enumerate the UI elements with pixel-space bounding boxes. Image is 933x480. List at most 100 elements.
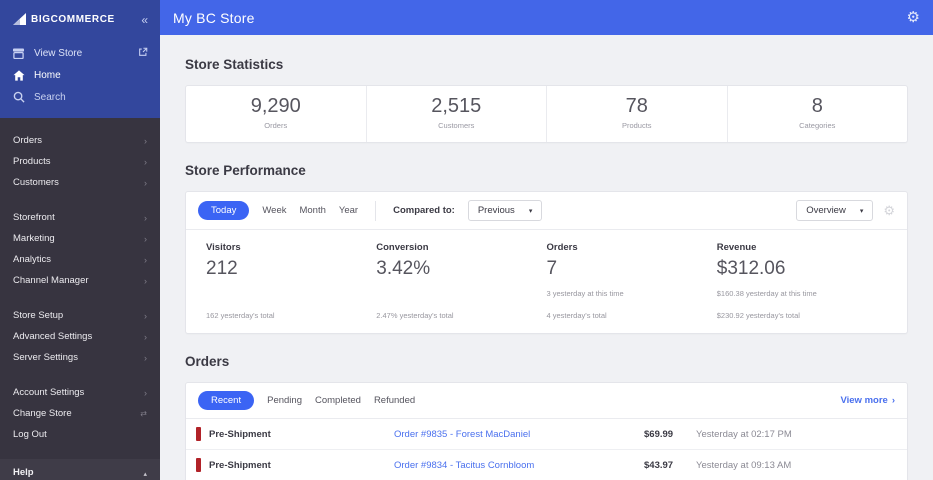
stat-customers: 2,515 Customers [367, 86, 547, 142]
chevron-right-icon: › [144, 331, 147, 342]
sidebar-item-home[interactable]: Home [0, 64, 160, 86]
chevron-right-icon: › [144, 310, 147, 321]
sidebar-item-products[interactable]: Products › [0, 151, 160, 172]
compared-to-select[interactable]: Previous ▾ [467, 200, 543, 221]
main-area: My BC Store ⚙ Store Statistics 9,290 Ord… [160, 0, 933, 480]
store-statistics-card: 9,290 Orders 2,515 Customers 78 Products… [185, 85, 908, 143]
sidebar-item-label: Channel Manager [13, 275, 89, 286]
stat-label: Categories [799, 121, 836, 130]
sidebar-top-section: BIGCOMMERCE « View Store Home Search [0, 0, 160, 118]
sidebar-item-channel-manager[interactable]: Channel Manager › [0, 270, 160, 291]
sidebar-item-label: Analytics [13, 254, 52, 265]
store-statistics-title: Store Statistics [185, 57, 284, 72]
sidebar-item-server-settings[interactable]: Server Settings › [0, 347, 160, 368]
stat-label: Products [621, 121, 652, 130]
sidebar-item-label: Change Store [13, 408, 72, 419]
sidebar-item-label: Marketing [13, 233, 55, 244]
compared-to-value: Previous [477, 205, 515, 216]
order-amount: $43.97 [644, 459, 674, 471]
sidebar-item-change-store[interactable]: Change Store ⇄ [0, 403, 160, 424]
sidebar-item-customers[interactable]: Customers › [0, 172, 160, 193]
chevron-right-icon: › [144, 233, 147, 244]
metric-visitors: Visitors 212 162 yesterday's total [206, 242, 376, 320]
sidebar-item-store-setup[interactable]: Store Setup › [0, 305, 160, 326]
metric-conversion: Conversion 3.42% 2.47% yesterday's total [376, 242, 546, 320]
order-time: Yesterday at 02:17 PM [696, 428, 792, 440]
sidebar-menu: Orders › Products › Customers › Storefro… [0, 118, 160, 459]
stat-products: 78 Products [547, 86, 728, 142]
sidebar-item-search[interactable]: Search [0, 86, 160, 108]
order-status: Pre-Shipment [209, 428, 271, 440]
chevron-right-icon: › [144, 212, 147, 223]
tab-today[interactable]: Today [198, 201, 250, 220]
sidebar-item-account-settings[interactable]: Account Settings › [0, 382, 160, 403]
sidebar-item-analytics[interactable]: Analytics › [0, 249, 160, 270]
performance-settings-gear-icon[interactable]: ⚙ [883, 203, 895, 219]
metric-label: Orders [546, 242, 578, 253]
sidebar-item-advanced-settings[interactable]: Advanced Settings › [0, 326, 160, 347]
swap-store-icon: ⇄ [140, 409, 147, 418]
tab-pending[interactable]: Pending [267, 395, 302, 406]
tab-completed[interactable]: Completed [315, 395, 361, 406]
chevron-right-icon: › [144, 352, 147, 363]
metric-revenue: Revenue $312.06 $160.38 yesterday at thi… [717, 242, 887, 320]
stat-value: 2,515 [431, 95, 482, 117]
tab-month[interactable]: Month [299, 205, 325, 216]
tab-refunded[interactable]: Refunded [374, 395, 415, 406]
sidebar-item-label: Server Settings [13, 352, 78, 363]
sidebar-item-log-out[interactable]: Log Out [0, 424, 160, 445]
search-icon [12, 91, 25, 103]
view-more-link[interactable]: View more › [840, 395, 895, 406]
sidebar: BIGCOMMERCE « View Store Home Search Ord… [0, 0, 160, 480]
overview-select[interactable]: Overview ▾ [796, 200, 874, 221]
sidebar-item-label: Customers [13, 177, 59, 188]
stat-label: Orders [264, 121, 288, 130]
metric-orders: Orders 7 3 yesterday at this time 4 yest… [547, 242, 717, 320]
chevron-right-icon: › [144, 387, 147, 398]
stat-value: 78 [625, 95, 648, 117]
sidebar-item-label: Orders [13, 135, 43, 146]
metric-yesterday-total: $230.92 yesterday's total [716, 311, 800, 320]
chevron-right-icon: › [144, 177, 147, 188]
bigcommerce-logo: BIGCOMMERCE [12, 13, 115, 26]
orders-card: Recent Pending Completed Refunded View m… [185, 382, 908, 480]
metric-value: 7 [546, 258, 558, 279]
order-link[interactable]: Order #9834 - Tacitus Cornbloom [394, 460, 644, 471]
sidebar-item-label: Store Setup [13, 310, 64, 321]
tab-week[interactable]: Week [262, 205, 286, 216]
order-status-bar [196, 458, 201, 472]
order-link[interactable]: Order #9835 - Forest MacDaniel [394, 429, 644, 440]
metric-value: $312.06 [716, 258, 786, 279]
sidebar-item-label: Home [34, 69, 61, 81]
chevron-right-icon: › [144, 135, 147, 146]
sidebar-item-storefront[interactable]: Storefront › [0, 207, 160, 228]
caret-down-icon: ▾ [859, 207, 864, 215]
help-section[interactable]: Help Support Pin: 888888 ▴ [0, 459, 160, 480]
sidebar-item-label: Account Settings [13, 387, 85, 398]
sidebar-item-view-store[interactable]: View Store [0, 42, 160, 64]
dashboard-content: Store Statistics 9,290 Orders 2,515 Cust… [160, 35, 933, 480]
caret-down-icon: ▾ [528, 207, 533, 215]
order-row: Pre-Shipment Order #9834 - Tacitus Cornb… [186, 450, 907, 480]
stat-value: 8 [811, 95, 823, 117]
sidebar-item-marketing[interactable]: Marketing › [0, 228, 160, 249]
chevron-right-icon: › [144, 254, 147, 265]
sidebar-item-label: Storefront [13, 212, 55, 223]
toolbar-divider [375, 200, 377, 221]
tab-year[interactable]: Year [339, 205, 358, 216]
metric-label: Conversion [376, 242, 429, 253]
order-status-bar [196, 427, 201, 441]
metric-at-this-time [206, 289, 376, 298]
compared-to-label: Compared to: [393, 205, 455, 216]
collapse-sidebar-icon[interactable]: « [141, 14, 148, 26]
sidebar-item-orders[interactable]: Orders › [0, 130, 160, 151]
tab-recent[interactable]: Recent [198, 391, 255, 410]
caret-up-icon: ▴ [143, 471, 147, 478]
sidebar-item-label: Log Out [13, 429, 47, 440]
store-performance-title: Store Performance [185, 163, 306, 178]
chevron-right-icon: › [144, 275, 147, 286]
settings-gear-icon[interactable]: ⚙ [907, 10, 920, 25]
logo-text: BIGCOMMERCE [31, 14, 115, 25]
metric-value: 212 [206, 258, 238, 279]
performance-toolbar: Today Week Month Year Compared to: Previ… [186, 192, 907, 230]
